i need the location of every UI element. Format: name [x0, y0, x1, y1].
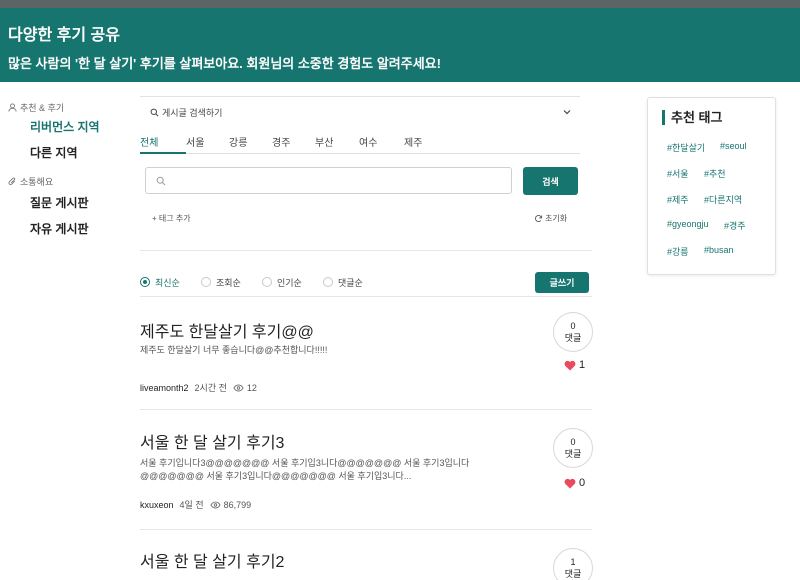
tab-jeju[interactable]: 제주 — [404, 134, 444, 154]
post-item: 서울 한 달 살기 후기2 1 댓글 — [140, 530, 593, 580]
post-author[interactable]: kxuxeon — [140, 500, 174, 510]
page-title: 다양한 후기 공유 — [8, 27, 120, 44]
user-icon — [8, 102, 17, 112]
comment-count-badge: 0 댓글 — [553, 312, 593, 352]
post-author[interactable]: liveamonth2 — [140, 383, 189, 393]
page-banner: 다양한 후기 공유 많은 사람의 '한 달 살기' 후기를 살펴보아요. 회원님… — [0, 8, 800, 82]
sort-label: 댓글순 — [338, 277, 363, 288]
city-tabs: 전체 서울 강릉 경주 부산 여수 제주 — [140, 134, 580, 154]
tag-chip[interactable]: #seoul — [720, 141, 747, 151]
tag-chip[interactable]: #추천 — [704, 167, 726, 180]
sidebar-item-free-board[interactable]: 자유 게시판 — [8, 218, 128, 240]
like-button[interactable]: 1 — [564, 359, 585, 371]
comment-label: 댓글 — [564, 333, 582, 343]
recommended-tags-card: 추천 태그 #한달살기 #seoul #서울 #추천 #제주 #다른지역 #gy… — [647, 97, 776, 275]
tab-seoul[interactable]: 서울 — [186, 134, 229, 154]
post-title[interactable]: 제주도 한달살기 후기@@ — [140, 318, 314, 342]
tab-busan[interactable]: 부산 — [315, 134, 359, 154]
radio-dot — [140, 277, 150, 287]
tag-chip[interactable]: #busan — [704, 245, 734, 255]
paperclip-icon — [8, 176, 16, 185]
tab-all[interactable]: 전체 — [140, 134, 186, 154]
reset-label: 초기화 — [545, 214, 568, 223]
sort-label: 조회순 — [216, 277, 241, 288]
sidebar-group-label: 소통해요 — [20, 176, 54, 187]
comment-count-badge: 1 댓글 — [553, 548, 593, 580]
top-border — [0, 0, 800, 8]
post-excerpt: 제주도 한달살기 너무 좋습니다@@추천합니다!!!!! — [140, 345, 328, 355]
post-view-count: 12 — [246, 382, 257, 393]
sort-popular-radio[interactable]: 인기순 — [262, 276, 323, 289]
chevron-down-icon — [563, 110, 571, 115]
search-field-box — [145, 167, 512, 194]
eye-icon — [233, 384, 244, 391]
sort-views-radio[interactable]: 조회순 — [201, 276, 262, 289]
post-title[interactable]: 서울 한 달 살기 후기2 — [140, 548, 284, 572]
write-post-button[interactable]: 글쓰기 — [535, 272, 589, 293]
sort-label: 인기순 — [277, 277, 302, 288]
tag-chip[interactable]: #한달살기 — [667, 141, 705, 154]
search-icon — [156, 176, 166, 186]
page-subtitle: 많은 사람의 '한 달 살기' 후기를 살펴보아요. 회원님의 소중한 경험도 … — [8, 56, 441, 71]
post-title[interactable]: 서울 한 달 살기 후기3 — [140, 429, 284, 453]
post-views: 86,799 — [210, 499, 252, 510]
comment-label: 댓글 — [564, 569, 582, 579]
sidebar-group-community: 소통해요 — [8, 174, 128, 188]
sidebar-item-liveamonth-region[interactable]: 리버먼스 지역 — [8, 116, 128, 138]
sort-latest-radio[interactable]: 최신순 — [140, 276, 201, 289]
like-count: 1 — [579, 359, 586, 371]
heart-icon — [564, 360, 576, 370]
tag-chip[interactable]: #gyeongju — [667, 219, 709, 229]
divider — [140, 250, 592, 251]
eye-icon — [210, 501, 221, 508]
sort-comments-radio[interactable]: 댓글순 — [323, 276, 384, 289]
post-meta: kxuxeon 4일 전 86,799 — [140, 498, 251, 511]
post-time: 4일 전 — [179, 500, 204, 510]
search-button[interactable]: 검색 — [523, 167, 578, 195]
like-button[interactable]: 0 — [564, 477, 585, 489]
tag-chip[interactable]: #다른지역 — [704, 193, 742, 206]
radio-dot — [201, 277, 211, 287]
post-views: 12 — [233, 383, 257, 393]
sidebar-group-label: 추천 & 후기 — [20, 102, 65, 113]
recommended-tags-title: 추천 태그 — [662, 110, 722, 125]
radio-dot — [262, 277, 272, 287]
search-dropdown-label: 게시글 검색하기 — [162, 108, 223, 118]
tag-chip[interactable]: #서울 — [667, 167, 689, 180]
add-tag-button[interactable]: + 태그 추가 — [152, 213, 191, 224]
post-item: 제주도 한달살기 후기@@ 제주도 한달살기 너무 좋습니다@@추천합니다!!!… — [140, 312, 593, 410]
search-icon — [150, 108, 159, 117]
sidebar-item-question-board[interactable]: 질문 게시판 — [8, 192, 128, 214]
sidebar-item-other-region[interactable]: 다른 지역 — [8, 142, 128, 164]
post-item: 서울 한 달 살기 후기3 서울 후기입니다3@@@@@@@ 서울 후기입3니다… — [140, 410, 593, 530]
tab-yeosu[interactable]: 여수 — [359, 134, 404, 154]
tag-chip[interactable]: #강릉 — [667, 245, 689, 258]
like-count: 0 — [579, 477, 586, 489]
sidebar: 추천 & 후기 리버먼스 지역 다른 지역 소통해요 질문 게시판 자유 게시판 — [8, 100, 128, 240]
comment-count-badge: 0 댓글 — [553, 428, 593, 468]
post-time: 2시간 전 — [194, 383, 227, 393]
post-view-count: 86,799 — [223, 499, 252, 510]
reset-button[interactable]: 초기화 — [534, 213, 567, 224]
post-excerpt: 서울 후기입니다3@@@@@@@ 서울 후기입3니다@@@@@@@ 서울 후기3… — [140, 458, 470, 481]
tab-gyeongju[interactable]: 경주 — [272, 134, 315, 154]
refresh-icon — [535, 215, 543, 222]
post-meta: liveamonth2 2시간 전 12 — [140, 381, 257, 394]
sidebar-group-reviews: 추천 & 후기 — [8, 100, 128, 114]
sort-label: 최신순 — [155, 277, 180, 288]
search-input[interactable] — [172, 172, 502, 190]
heart-icon — [564, 478, 576, 488]
search-dropdown-toggle[interactable]: 게시글 검색하기 — [140, 96, 580, 128]
divider — [140, 296, 592, 297]
comment-count: 0 — [570, 437, 576, 447]
comment-label: 댓글 — [564, 449, 582, 459]
sort-options: 최신순 조회순 인기순 댓글순 — [140, 274, 384, 290]
comment-count: 1 — [570, 557, 576, 567]
tag-chip[interactable]: #제주 — [667, 193, 689, 206]
tag-chip[interactable]: #경주 — [724, 219, 746, 232]
radio-dot — [323, 277, 333, 287]
tab-gangneung[interactable]: 강릉 — [229, 134, 272, 154]
comment-count: 0 — [570, 321, 576, 331]
